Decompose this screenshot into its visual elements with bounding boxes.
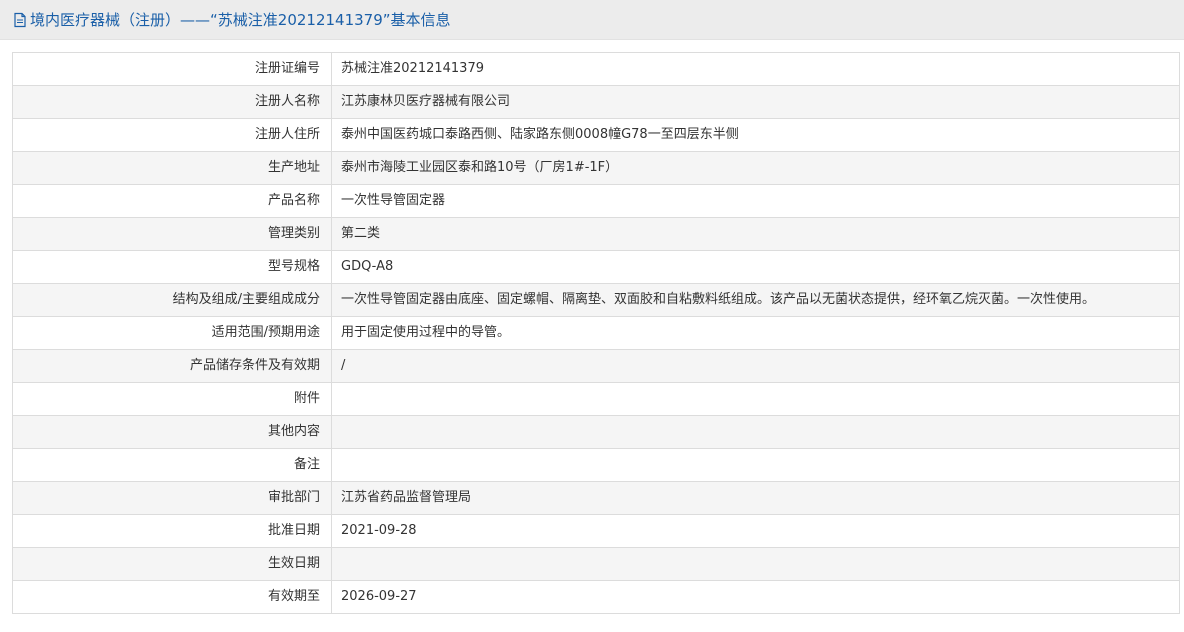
row-value: 江苏康林贝医疗器械有限公司 [331, 85, 1180, 119]
row-value: 第二类 [331, 217, 1180, 251]
row-value: 2021-09-28 [331, 514, 1180, 548]
row-label: 附件 [12, 382, 332, 416]
row-value [331, 547, 1180, 581]
table-row-structure-composition: 结构及组成/主要组成成分 一次性导管固定器由底座、固定螺帽、隔离垫、双面胶和自粘… [12, 283, 1180, 317]
row-label: 结构及组成/主要组成成分 [12, 283, 332, 317]
table-row-model-spec: 型号规格 GDQ-A8 [12, 250, 1180, 284]
table-row-registrant-name: 注册人名称 江苏康林贝医疗器械有限公司 [12, 85, 1180, 119]
row-label: 型号规格 [12, 250, 332, 284]
page-title: 境内医疗器械（注册）——“苏械注准20212141379”基本信息 [30, 11, 451, 29]
row-value: GDQ-A8 [331, 250, 1180, 284]
row-value: 泰州市海陵工业园区泰和路10号（厂房1#-1F） [331, 151, 1180, 185]
table-row-production-address: 生产地址 泰州市海陵工业园区泰和路10号（厂房1#-1F） [12, 151, 1180, 185]
row-label: 注册证编号 [12, 52, 332, 86]
row-value: 用于固定使用过程中的导管。 [331, 316, 1180, 350]
row-label: 备注 [12, 448, 332, 482]
table-row-effective-date: 生效日期 [12, 547, 1180, 581]
table-row-intended-use: 适用范围/预期用途 用于固定使用过程中的导管。 [12, 316, 1180, 350]
row-value [331, 415, 1180, 449]
row-value: / [331, 349, 1180, 383]
table-row-remarks: 备注 [12, 448, 1180, 482]
table-row-storage-validity: 产品储存条件及有效期 / [12, 349, 1180, 383]
row-value [331, 448, 1180, 482]
row-label: 产品储存条件及有效期 [12, 349, 332, 383]
document-icon [14, 12, 26, 27]
row-value: 江苏省药品监督管理局 [331, 481, 1180, 515]
row-value: 苏械注准20212141379 [331, 52, 1180, 86]
table-row-registration-number: 注册证编号 苏械注准20212141379 [12, 52, 1180, 86]
row-label: 审批部门 [12, 481, 332, 515]
row-label: 批准日期 [12, 514, 332, 548]
table-row-product-name: 产品名称 一次性导管固定器 [12, 184, 1180, 218]
row-label: 有效期至 [12, 580, 332, 614]
page-header: 境内医疗器械（注册）——“苏械注准20212141379”基本信息 [0, 0, 1184, 40]
table-row-approval-department: 审批部门 江苏省药品监督管理局 [12, 481, 1180, 515]
registration-info-table: 注册证编号 苏械注准20212141379 注册人名称 江苏康林贝医疗器械有限公… [12, 52, 1180, 614]
row-label: 适用范围/预期用途 [12, 316, 332, 350]
table-row-other-content: 其他内容 [12, 415, 1180, 449]
row-label: 生产地址 [12, 151, 332, 185]
row-value: 一次性导管固定器 [331, 184, 1180, 218]
row-value: 泰州中国医药城口泰路西侧、陆家路东侧0008幢G78一至四层东半侧 [331, 118, 1180, 152]
table-row-valid-until: 有效期至 2026-09-27 [12, 580, 1180, 614]
table-row-approval-date: 批准日期 2021-09-28 [12, 514, 1180, 548]
row-label: 产品名称 [12, 184, 332, 218]
table-row-registrant-address: 注册人住所 泰州中国医药城口泰路西侧、陆家路东侧0008幢G78一至四层东半侧 [12, 118, 1180, 152]
row-value: 一次性导管固定器由底座、固定螺帽、隔离垫、双面胶和自粘敷料纸组成。该产品以无菌状… [331, 283, 1180, 317]
row-value [331, 382, 1180, 416]
row-value: 2026-09-27 [331, 580, 1180, 614]
row-label: 其他内容 [12, 415, 332, 449]
table-row-attachment: 附件 [12, 382, 1180, 416]
row-label: 注册人住所 [12, 118, 332, 152]
row-label: 注册人名称 [12, 85, 332, 119]
table-row-management-category: 管理类别 第二类 [12, 217, 1180, 251]
row-label: 管理类别 [12, 217, 332, 251]
row-label: 生效日期 [12, 547, 332, 581]
